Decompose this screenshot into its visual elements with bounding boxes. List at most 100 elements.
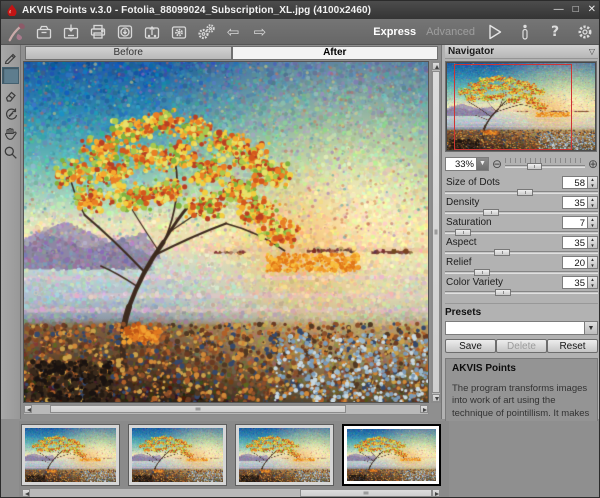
slider-value-box[interactable]: 35▲▼ bbox=[562, 276, 598, 289]
horizontal-scroll-thumb[interactable] bbox=[50, 405, 346, 413]
slider-label: Relief bbox=[446, 257, 472, 268]
undo-icon[interactable]: ⇦ bbox=[223, 22, 243, 42]
share-button[interactable] bbox=[142, 22, 162, 42]
slider-thumb[interactable] bbox=[455, 229, 471, 236]
scroll-right-icon[interactable] bbox=[432, 489, 440, 497]
variant-thumbnail[interactable] bbox=[128, 424, 227, 486]
scroll-left-icon[interactable] bbox=[24, 405, 32, 413]
spin-down-icon[interactable]: ▼ bbox=[588, 263, 597, 269]
presets-buttons: Save Delete Reset bbox=[445, 339, 598, 353]
save-button[interactable] bbox=[61, 22, 81, 42]
info-icon[interactable] bbox=[515, 22, 535, 42]
eraser-tool-icon[interactable] bbox=[2, 87, 19, 103]
redo-icon[interactable]: ⇨ bbox=[250, 22, 270, 42]
slider-track[interactable] bbox=[445, 231, 598, 234]
spinner[interactable]: ▲▼ bbox=[587, 197, 597, 208]
open-button[interactable] bbox=[34, 22, 54, 42]
slider-track[interactable] bbox=[445, 211, 598, 214]
zoom-out-icon[interactable]: ⊖ bbox=[492, 158, 502, 170]
minimize-button[interactable]: — bbox=[554, 3, 564, 17]
spinner[interactable]: ▲▼ bbox=[587, 237, 597, 248]
slider-track[interactable] bbox=[445, 291, 598, 294]
scroll-down-icon[interactable] bbox=[432, 394, 440, 402]
scroll-right-icon[interactable] bbox=[420, 405, 428, 413]
slider-value[interactable]: 35 bbox=[563, 277, 587, 288]
spin-down-icon[interactable]: ▼ bbox=[588, 243, 597, 249]
vertical-scroll-thumb[interactable] bbox=[432, 71, 440, 393]
spin-down-icon[interactable]: ▼ bbox=[588, 283, 597, 289]
app-window: AKVIS Points v.3.0 - Fotolia_88099024_Su… bbox=[0, 0, 600, 498]
hand-tool-icon[interactable] bbox=[2, 125, 19, 141]
filmstrip-scrollbar[interactable] bbox=[21, 488, 441, 498]
preferences-gear-icon[interactable] bbox=[575, 22, 595, 42]
slider-track[interactable] bbox=[445, 251, 598, 254]
spinner[interactable]: ▲▼ bbox=[587, 257, 597, 268]
slider-thumb[interactable] bbox=[474, 269, 490, 276]
variant-thumbnail[interactable] bbox=[235, 424, 334, 486]
zoom-value-box[interactable]: 33% ▼ bbox=[445, 157, 489, 171]
reset-button[interactable]: Reset bbox=[547, 339, 598, 353]
spin-down-icon[interactable]: ▼ bbox=[588, 183, 597, 189]
zoom-slider[interactable] bbox=[505, 158, 585, 170]
navigator-thumbnail[interactable] bbox=[445, 61, 597, 152]
slider-value[interactable]: 7 bbox=[563, 217, 587, 228]
slider-value[interactable]: 35 bbox=[563, 197, 587, 208]
spinner[interactable]: ▲▼ bbox=[587, 277, 597, 288]
slider-thumb[interactable] bbox=[483, 209, 499, 216]
preview-brush-tool-icon[interactable] bbox=[2, 48, 19, 64]
spinner[interactable]: ▲▼ bbox=[587, 217, 597, 228]
slider-thumb[interactable] bbox=[517, 189, 533, 196]
vertical-scrollbar[interactable] bbox=[431, 61, 441, 403]
slider-track[interactable] bbox=[445, 191, 598, 194]
zoom-in-icon[interactable]: ⊕ bbox=[588, 158, 598, 170]
tab-before[interactable]: Before bbox=[25, 46, 232, 60]
presets-dropdown-icon[interactable]: ▼ bbox=[584, 322, 597, 334]
mode-advanced[interactable]: Advanced bbox=[426, 26, 475, 38]
slider-thumb[interactable] bbox=[494, 249, 510, 256]
preview-square-tool[interactable] bbox=[2, 67, 19, 84]
zoom-value[interactable]: 33% bbox=[446, 158, 476, 170]
zoom-slider-track[interactable] bbox=[505, 165, 585, 168]
spin-down-icon[interactable]: ▼ bbox=[588, 203, 597, 209]
slider-value[interactable]: 35 bbox=[563, 237, 587, 248]
spinner[interactable]: ▲▼ bbox=[587, 177, 597, 188]
run-icon[interactable] bbox=[485, 22, 505, 42]
zoom-dropdown-icon[interactable]: ▼ bbox=[476, 158, 488, 170]
history-brush-tool-icon[interactable] bbox=[2, 106, 19, 122]
slider-value[interactable]: 58 bbox=[563, 177, 587, 188]
spin-down-icon[interactable]: ▼ bbox=[588, 223, 597, 229]
import-preset-button[interactable] bbox=[115, 22, 135, 42]
slider-value-box[interactable]: 35▲▼ bbox=[562, 236, 598, 249]
collapse-panel-icon[interactable]: ▽ bbox=[589, 47, 595, 56]
slider-value-box[interactable]: 20▲▼ bbox=[562, 256, 598, 269]
variant-thumbnail[interactable] bbox=[21, 424, 120, 486]
slider-value[interactable]: 20 bbox=[563, 257, 587, 268]
app-icon bbox=[6, 4, 18, 16]
scroll-left-icon[interactable] bbox=[22, 489, 30, 497]
variant-thumbnail-selected[interactable] bbox=[342, 424, 441, 486]
filmstrip-scroll-thumb[interactable] bbox=[300, 489, 432, 497]
zoom-tool-icon[interactable] bbox=[2, 144, 19, 160]
presets-dropdown-value[interactable] bbox=[446, 322, 584, 334]
presets-dropdown[interactable]: ▼ bbox=[445, 321, 598, 335]
maximize-button[interactable]: □ bbox=[573, 3, 579, 17]
navigator-title: Navigator bbox=[448, 46, 494, 57]
batch-processing-button[interactable] bbox=[169, 22, 189, 42]
zoom-slider-thumb[interactable] bbox=[527, 163, 542, 170]
result-image[interactable] bbox=[23, 61, 429, 403]
close-button[interactable]: ✕ bbox=[588, 3, 596, 17]
slider-track[interactable] bbox=[445, 271, 598, 274]
tab-after[interactable]: After bbox=[232, 46, 439, 60]
horizontal-scrollbar[interactable] bbox=[23, 404, 429, 415]
mode-express[interactable]: Express bbox=[373, 26, 416, 38]
actions-gears-icon[interactable] bbox=[196, 22, 216, 42]
about-title: AKVIS Points bbox=[452, 363, 591, 374]
slider-value-box[interactable]: 7▲▼ bbox=[562, 216, 598, 229]
print-button[interactable] bbox=[88, 22, 108, 42]
help-icon[interactable]: ? bbox=[545, 22, 565, 42]
scroll-up-icon[interactable] bbox=[432, 62, 440, 70]
slider-thumb[interactable] bbox=[495, 289, 511, 296]
slider-value-box[interactable]: 58▲▼ bbox=[562, 176, 598, 189]
slider-value-box[interactable]: 35▲▼ bbox=[562, 196, 598, 209]
save-preset-button[interactable]: Save bbox=[445, 339, 496, 353]
